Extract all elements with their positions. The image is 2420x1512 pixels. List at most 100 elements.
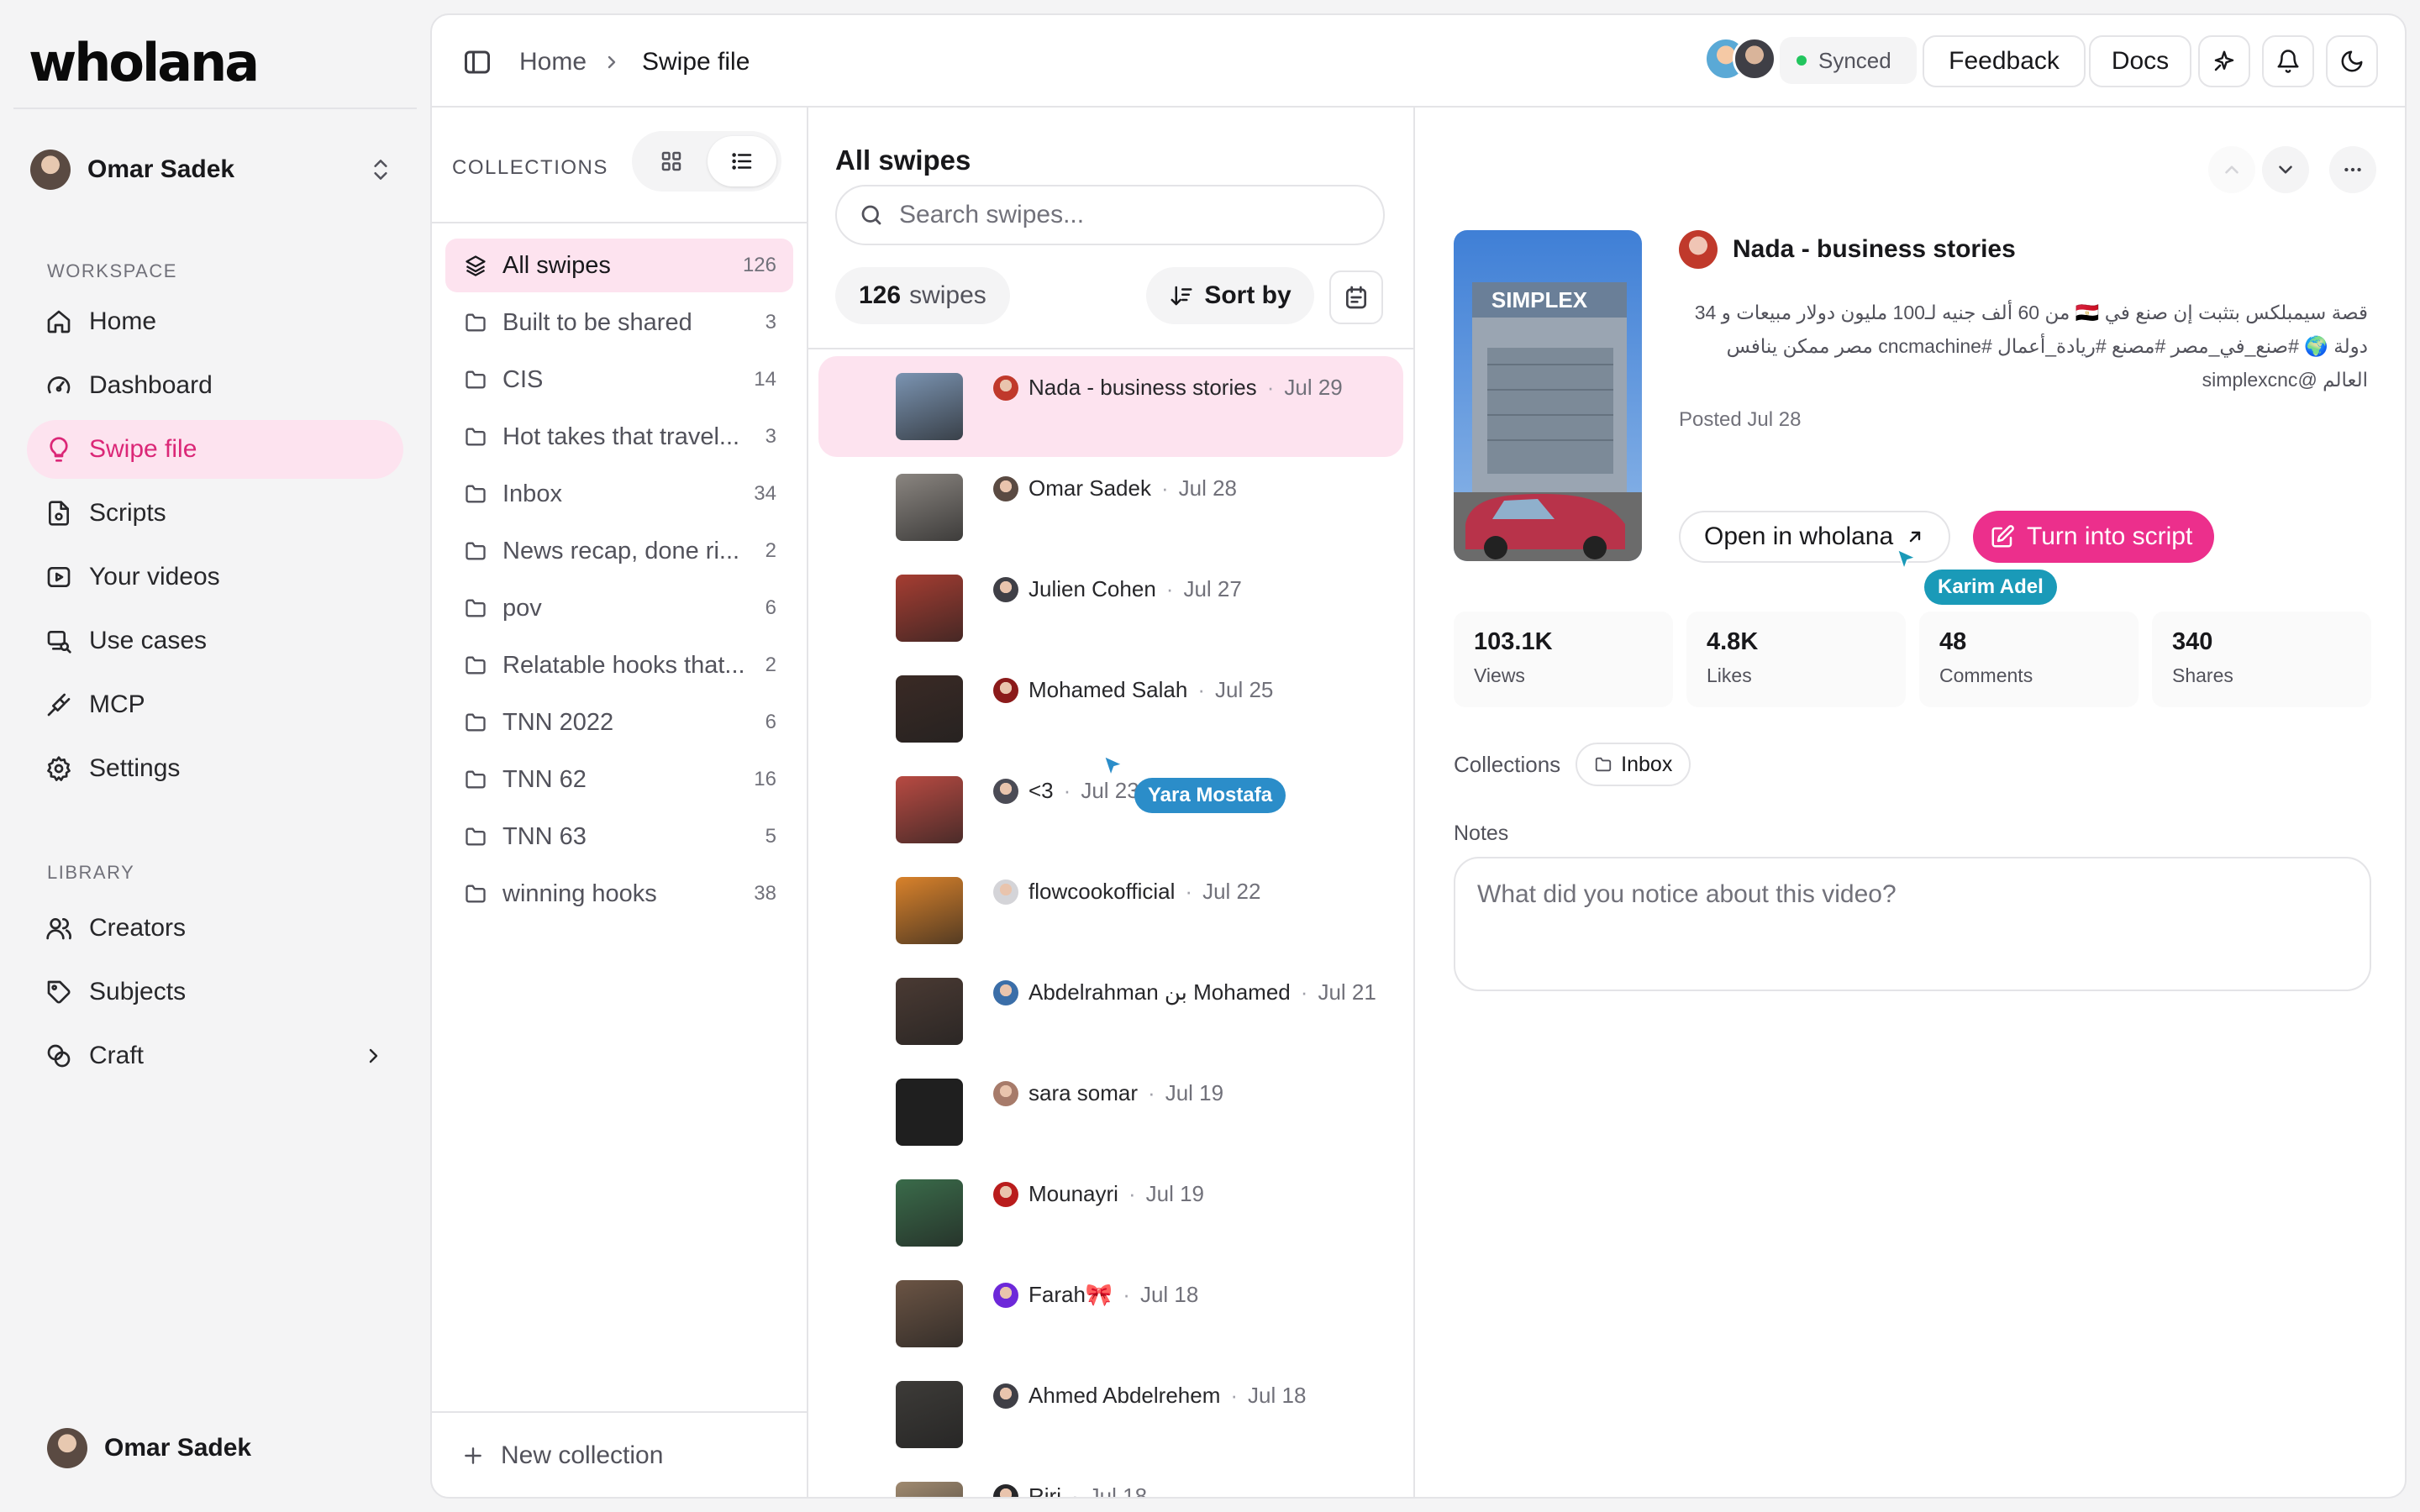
sidebar-item-craft[interactable]: Craft: [27, 1026, 403, 1085]
next-swipe-button[interactable]: [2262, 146, 2309, 193]
collection-item[interactable]: pov 6: [445, 581, 793, 635]
avatar: [993, 677, 1018, 703]
sidebar-item-home[interactable]: Home: [27, 292, 403, 351]
turn-into-script-button[interactable]: Turn into script: [1973, 511, 2215, 563]
folder-icon: [1596, 757, 1612, 772]
sidebar-item-mcp[interactable]: MCP: [27, 675, 403, 734]
swipe-list-item[interactable]: Ahmed Abdelrehem · Jul 18: [818, 1364, 1403, 1465]
stat-value: 340: [2172, 628, 2213, 655]
sidebar-item-use-cases[interactable]: Use cases: [27, 612, 403, 670]
collaborator-avatars[interactable]: [1704, 34, 1788, 84]
swipe-list-item[interactable]: Farah🎀 · Jul 18: [818, 1263, 1403, 1364]
swipe-meta: Nada - business stories · Jul 29: [993, 375, 1343, 401]
app-logo[interactable]: wholana: [29, 34, 260, 92]
swipe-date: Jul 18: [1248, 1383, 1307, 1408]
view-toggle: [632, 131, 781, 192]
sidebar-item-scripts[interactable]: Scripts: [27, 484, 403, 543]
swipes-title: All swipes: [835, 144, 971, 176]
sidebar-item-subjects[interactable]: Subjects: [27, 963, 403, 1021]
swipe-list-item[interactable]: Riri · Jul 18: [818, 1465, 1403, 1497]
swipe-list-item[interactable]: Abdelrahman بن Mohamed · Jul 21: [818, 961, 1403, 1062]
stat-value: 103.1K: [1474, 628, 1553, 655]
sort-button[interactable]: Sort by: [1146, 267, 1314, 324]
gear-icon: [47, 756, 71, 781]
collections-divider: [432, 222, 807, 223]
swipe-list-item[interactable]: flowcookofficial · Jul 22: [818, 860, 1403, 961]
collection-name: winning hooks: [502, 879, 657, 907]
swipe-list-item[interactable]: Omar Sadek · Jul 28: [818, 457, 1403, 558]
open-label: Open in wholana: [1704, 522, 1894, 550]
sidebar-item-swipe-file[interactable]: Swipe file: [27, 420, 403, 479]
script-icon: [49, 501, 69, 526]
swipes-divider: [808, 348, 1413, 349]
swipe-meta: Farah🎀 · Jul 18: [993, 1282, 1198, 1308]
previous-swipe-button[interactable]: [2208, 146, 2255, 193]
collection-name: CIS: [502, 365, 544, 393]
new-collection-label: New collection: [501, 1441, 664, 1469]
theme-toggle-button[interactable]: [2326, 35, 2378, 87]
folder-icon: [466, 827, 486, 846]
notifications-button[interactable]: [2262, 35, 2314, 87]
external-link-icon: [1909, 531, 1921, 543]
collection-item[interactable]: News recap, done ri... 2: [445, 524, 793, 578]
docs-button[interactable]: Docs: [2089, 35, 2191, 87]
avatar: [993, 879, 1018, 905]
new-collection-button[interactable]: New collection: [462, 1441, 663, 1470]
collection-item[interactable]: CIS 14: [445, 353, 793, 407]
more-options-button[interactable]: [2329, 146, 2376, 193]
collection-item[interactable]: TNN 2022 6: [445, 696, 793, 749]
date-filter-button[interactable]: [1329, 270, 1383, 324]
workspace-user-switcher[interactable]: Omar Sadek: [30, 144, 392, 195]
collection-item[interactable]: Inbox 34: [445, 467, 793, 521]
sidebar-item-settings[interactable]: Settings: [27, 739, 403, 798]
swipe-date: Jul 21: [1318, 979, 1376, 1005]
swipe-list-item[interactable]: sara somar · Jul 19: [818, 1062, 1403, 1163]
swipe-list-item[interactable]: Mounayri · Jul 19: [818, 1163, 1403, 1263]
turn-label: Turn into script: [2027, 522, 2193, 550]
toggle-sidebar-icon[interactable]: [462, 47, 492, 77]
video-thumbnail[interactable]: SIMPLEX: [1454, 230, 1642, 561]
stat-value: 4.8K: [1707, 628, 1759, 655]
collection-item[interactable]: Hot takes that travel... 3: [445, 410, 793, 464]
collection-item[interactable]: winning hooks 38: [445, 867, 793, 921]
separator-dot: ·: [1197, 677, 1206, 702]
list-view-button[interactable]: [708, 136, 776, 186]
folder-icon: [466, 428, 486, 446]
swipe-list-item[interactable]: Mohamed Salah · Jul 25: [818, 659, 1403, 759]
folder-icon: [466, 313, 486, 332]
video-caption: قصة سيمبلكس بتثبت إن صنع في 🇪🇬 من 60 ألف…: [1694, 302, 2368, 391]
sidebar-item-label: Use cases: [89, 627, 208, 654]
sidebar-item-dashboard[interactable]: Dashboard: [27, 356, 403, 415]
notes-textarea[interactable]: [1454, 857, 2371, 991]
swipe-list-item[interactable]: Julien Cohen · Jul 27: [818, 558, 1403, 659]
chevron-down-icon: [2279, 165, 2292, 174]
sidebar-item-your-videos[interactable]: Your videos: [27, 548, 403, 606]
feedback-button[interactable]: Feedback: [1923, 35, 2086, 87]
sidebar-item-creators[interactable]: Creators: [27, 899, 403, 958]
search-input[interactable]: [899, 201, 1370, 229]
account-menu-button[interactable]: Omar Sadek: [47, 1428, 251, 1468]
grid-view-button[interactable]: [637, 136, 706, 186]
creator-row[interactable]: Nada - business stories: [1679, 230, 2016, 269]
stat-label: Likes: [1707, 664, 1752, 686]
collection-item[interactable]: All swipes 126: [445, 239, 793, 292]
swipe-creator: Nada - business stories: [1028, 375, 1257, 400]
ai-sparkle-button[interactable]: [2198, 35, 2250, 87]
swipes-list: Nada - business stories · Jul 29 Omar Sadek…: [818, 356, 1403, 1497]
sync-dot-icon: [1797, 55, 1807, 66]
collection-name: TNN 62: [502, 765, 587, 793]
collection-item[interactable]: Relatable hooks that... 2: [445, 638, 793, 692]
collection-item[interactable]: Built to be shared 3: [445, 296, 793, 349]
swipe-list-item[interactable]: Nada - business stories · Jul 29: [818, 356, 1403, 457]
breadcrumb-home[interactable]: Home: [519, 47, 587, 77]
folder-icon: [466, 542, 486, 560]
collaborator-cursor-label: Yara Mostafa: [1134, 778, 1286, 813]
collection-item[interactable]: TNN 63 5: [445, 810, 793, 864]
sidebar: wholana Omar Sadek WORKSPACE Home Dashbo…: [0, 0, 420, 1512]
collection-tag-inbox[interactable]: Inbox: [1576, 743, 1691, 786]
collection-item[interactable]: TNN 62 16: [445, 753, 793, 806]
folder-icon: [466, 770, 486, 789]
collaborator-cursor: [1102, 754, 1124, 778]
stat-views: 103.1K Views: [1454, 612, 1673, 707]
collaborator-cursor-label: Karim Adel: [1924, 570, 2057, 605]
